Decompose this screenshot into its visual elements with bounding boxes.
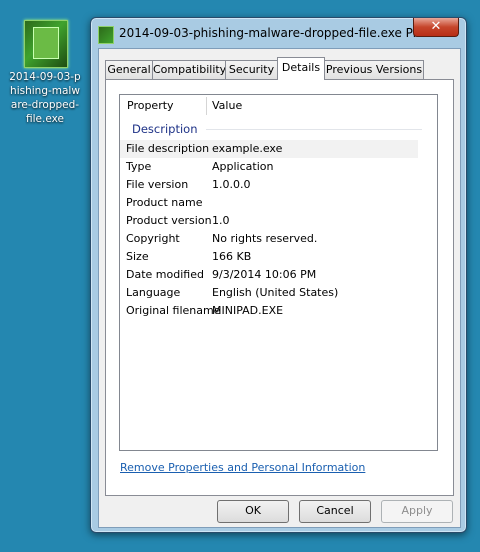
list-item[interactable]: File description example.exe — [120, 140, 418, 158]
list-item[interactable]: File version 1.0.0.0 — [120, 176, 437, 194]
properties-window: 2014-09-03-phishing-malware-dropped-file… — [90, 17, 467, 533]
icon-label-line: file.exe — [26, 113, 64, 125]
title-bar[interactable]: 2014-09-03-phishing-malware-dropped-file… — [91, 18, 466, 48]
icon-label-line: 2014-09-03-p — [9, 71, 81, 83]
property-name: File description — [126, 142, 210, 155]
property-name: Type — [126, 160, 152, 173]
group-heading: Description — [132, 122, 198, 136]
list-item[interactable]: Original filename MINIPAD.EXE — [120, 302, 437, 320]
property-value: 166 KB — [212, 250, 252, 263]
list-item[interactable]: Product name — [120, 194, 437, 212]
tab-previous-versions[interactable]: Previous Versions — [324, 60, 424, 79]
property-value: MINIPAD.EXE — [212, 304, 284, 317]
list-item[interactable]: Product version 1.0 — [120, 212, 437, 230]
close-button[interactable]: ✕ — [413, 18, 459, 37]
list-item[interactable]: Copyright No rights reserved. — [120, 230, 437, 248]
app-icon — [98, 26, 114, 44]
icon-label-line: hishing-malw — [10, 85, 80, 97]
property-value: Application — [212, 160, 274, 173]
close-icon: ✕ — [430, 19, 442, 34]
window-title: 2014-09-03-phishing-malware-dropped-file… — [119, 26, 419, 40]
property-name: Original filename — [126, 304, 221, 317]
property-name: Language — [126, 286, 181, 299]
tab-details[interactable]: Details — [277, 57, 325, 80]
property-value: No rights reserved. — [212, 232, 318, 245]
property-value: 1.0.0.0 — [212, 178, 251, 191]
list-item[interactable]: Language English (United States) — [120, 284, 437, 302]
remove-properties-link[interactable]: Remove Properties and Personal Informati… — [120, 461, 365, 474]
column-header-value[interactable]: Value — [212, 99, 242, 112]
property-name: File version — [126, 178, 189, 191]
property-name: Product version — [126, 214, 212, 227]
property-value: 1.0 — [212, 214, 230, 227]
icon-label-line: are-dropped- — [10, 99, 80, 111]
property-name: Size — [126, 250, 149, 263]
property-value: 9/3/2014 10:06 PM — [212, 268, 317, 281]
cancel-button[interactable]: Cancel — [299, 500, 371, 523]
list-item[interactable]: Size 166 KB — [120, 248, 437, 266]
tab-general[interactable]: General — [105, 60, 153, 79]
property-value: example.exe — [212, 142, 283, 155]
tab-compatibility[interactable]: Compatibility — [152, 60, 226, 79]
group-divider — [206, 129, 422, 130]
column-divider[interactable] — [206, 97, 207, 115]
property-value: English (United States) — [212, 286, 339, 299]
details-panel: Property Value Description File descript… — [105, 79, 454, 496]
property-name: Date modified — [126, 268, 204, 281]
list-header: Property Value — [120, 95, 437, 117]
list-item[interactable]: Date modified 9/3/2014 10:06 PM — [120, 266, 437, 284]
apply-button[interactable]: Apply — [381, 500, 453, 523]
dialog-body: General Compatibility Security Details P… — [98, 48, 461, 528]
details-list[interactable]: Property Value Description File descript… — [119, 94, 438, 451]
property-name: Copyright — [126, 232, 180, 245]
column-header-property[interactable]: Property — [127, 99, 174, 112]
property-rows: File description example.exe Type Applic… — [120, 140, 437, 320]
executable-file-icon — [24, 20, 68, 68]
property-name: Product name — [126, 196, 203, 209]
desktop-icon-label: 2014-09-03-p hishing-malw are-dropped- f… — [0, 70, 90, 126]
ok-button[interactable]: OK — [217, 500, 289, 523]
tab-security[interactable]: Security — [225, 60, 278, 79]
list-item[interactable]: Type Application — [120, 158, 437, 176]
